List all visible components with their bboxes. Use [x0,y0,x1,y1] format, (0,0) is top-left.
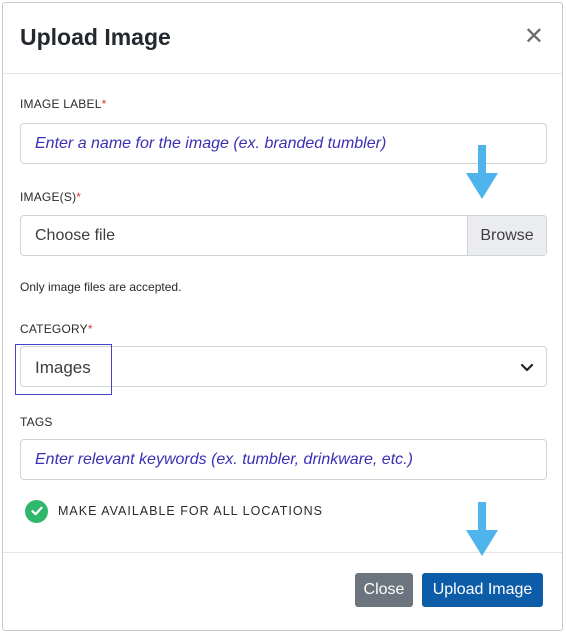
upload-image-button[interactable]: Upload Image [422,573,543,607]
modal-footer: Close Upload Image [3,552,562,630]
images-label-text: IMAGE(S) [20,190,77,204]
check-circle-icon [25,499,48,523]
category-label: CATEGORY* [20,322,93,336]
modal-title: Upload Image [20,24,171,50]
chevron-down-icon [520,363,534,372]
required-mark: * [101,97,107,111]
tags-placeholder: Enter relevant keywords (ex. tumbler, dr… [35,451,413,468]
tags-label: TAGS [20,415,53,429]
category-highlight-box [15,344,112,395]
image-label-label-text: IMAGE LABEL [20,97,102,111]
tags-input[interactable]: Enter relevant keywords (ex. tumbler, dr… [20,439,547,480]
close-button[interactable]: Close [355,573,413,607]
browse-button[interactable]: Browse [467,216,546,255]
images-label: IMAGE(S)* [20,190,81,204]
required-mark: * [76,190,82,204]
image-label-label: IMAGE LABEL* [20,97,106,111]
arrow-down-icon [466,145,498,199]
file-input-text: Choose file [35,227,116,244]
arrow-down-icon [466,502,498,556]
image-label-placeholder: Enter a name for the image (ex. branded … [35,135,387,152]
modal-header: Upload Image ✕ [3,3,562,74]
file-input[interactable]: Choose file Browse [20,215,547,256]
category-label-text: CATEGORY [20,322,88,336]
make-available-toggle[interactable]: MAKE AVAILABLE FOR ALL LOCATIONS [25,499,323,523]
required-mark: * [87,322,93,336]
close-icon[interactable]: ✕ [524,25,544,49]
file-help-text: Only image files are accepted. [20,280,182,294]
make-available-label: MAKE AVAILABLE FOR ALL LOCATIONS [58,504,323,518]
